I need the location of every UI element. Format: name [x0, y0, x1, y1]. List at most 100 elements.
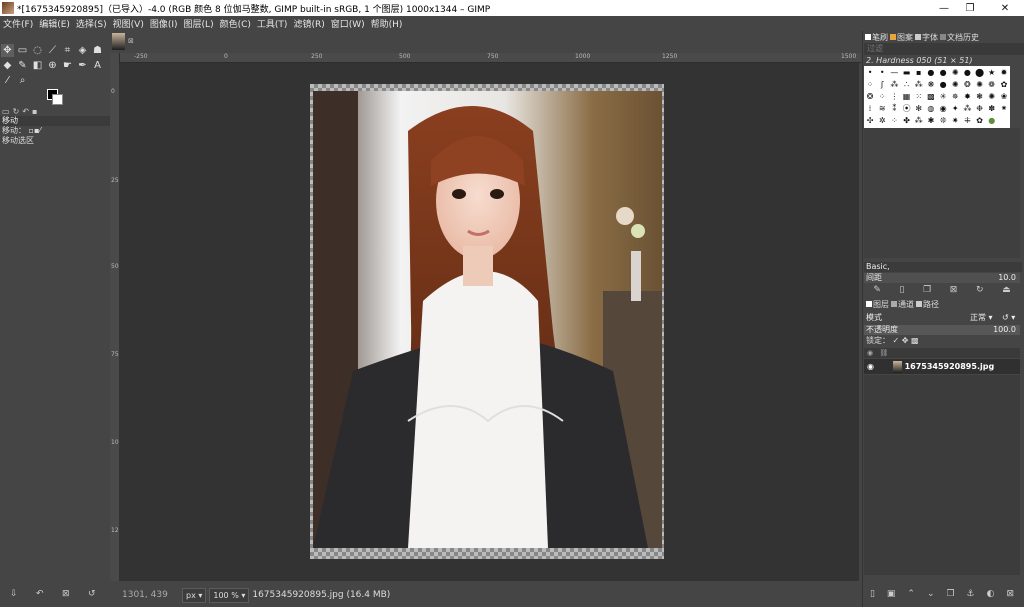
- reset-tool-options-icon[interactable]: ↺: [88, 589, 96, 599]
- anchor-layer-icon[interactable]: ⚓: [967, 589, 975, 603]
- brush-swatch[interactable]: ⁂: [961, 102, 973, 114]
- brush-swatch[interactable]: ◉: [937, 102, 949, 114]
- tab-patterns[interactable]: 图案: [890, 32, 913, 43]
- layer-name[interactable]: 1675345920895.jpg: [905, 362, 995, 371]
- brush-swatch[interactable]: ★: [986, 66, 998, 78]
- delete-brush-icon[interactable]: ⊠: [950, 285, 958, 297]
- brush-swatch[interactable]: ✷: [949, 114, 961, 126]
- crop-tool-icon[interactable]: ⌗: [61, 44, 74, 57]
- brush-swatch[interactable]: ❃: [974, 90, 986, 102]
- raise-layer-icon[interactable]: ⌃: [907, 589, 915, 603]
- brush-swatch[interactable]: ⁘: [888, 114, 900, 126]
- menu-select[interactable]: 选择(S): [73, 17, 110, 30]
- brush-swatch[interactable]: ⁘: [876, 90, 888, 102]
- brush-swatch[interactable]: ✻: [913, 102, 925, 114]
- brush-swatch[interactable]: ✳: [937, 90, 949, 102]
- rect-select-tool-icon[interactable]: ▭: [16, 44, 29, 57]
- menu-filters[interactable]: 滤镜(R): [290, 17, 327, 30]
- brush-swatch[interactable]: ●: [937, 78, 949, 90]
- brush-swatch[interactable]: ✿: [974, 114, 986, 126]
- tool-options-tab-icon[interactable]: ▭: [2, 107, 10, 116]
- lower-layer-icon[interactable]: ⌄: [927, 589, 935, 603]
- brush-swatch[interactable]: ✤: [901, 114, 913, 126]
- zoom-tool-icon[interactable]: ⌕: [16, 74, 29, 87]
- brush-spacing-slider[interactable]: 间距 10.0: [864, 273, 1020, 283]
- tab-paths[interactable]: 路径: [916, 299, 939, 310]
- layer-row[interactable]: ◉ 1675345920895.jpg: [864, 359, 1020, 374]
- brush-swatch[interactable]: ✵: [949, 90, 961, 102]
- eraser-tool-icon[interactable]: ◧: [31, 59, 44, 72]
- tab-brushes[interactable]: 笔刷: [865, 32, 888, 43]
- brush-swatch[interactable]: ∴: [901, 78, 913, 90]
- brush-swatch[interactable]: ▩: [925, 90, 937, 102]
- brush-swatch[interactable]: ⁜: [961, 114, 973, 126]
- brush-tag-filter[interactable]: Basic,: [864, 262, 1022, 272]
- brush-swatch[interactable]: ▪: [913, 66, 925, 78]
- brush-swatch[interactable]: ⁘: [864, 78, 876, 90]
- warp-tool-icon[interactable]: ☗: [91, 44, 104, 57]
- brush-swatch[interactable]: ⦿: [901, 102, 913, 114]
- lock-position-icon[interactable]: ✥: [902, 336, 909, 345]
- brush-swatch[interactable]: ◍: [925, 102, 937, 114]
- opacity-slider[interactable]: 不透明度 100.0: [864, 325, 1020, 335]
- brush-swatch[interactable]: ✺: [949, 66, 961, 78]
- brush-swatch[interactable]: ❊: [937, 114, 949, 126]
- brush-swatch[interactable]: ❂: [864, 90, 876, 102]
- text-tool-icon[interactable]: A: [91, 59, 104, 72]
- paths-tool-icon[interactable]: ✒: [76, 59, 89, 72]
- brush-swatch[interactable]: ✿: [998, 78, 1010, 90]
- mode-extra-icon[interactable]: ↺ ▾: [1002, 312, 1015, 323]
- zoom-select[interactable]: 100 % ▾: [209, 587, 250, 603]
- restore-tool-preset-icon[interactable]: ↶: [36, 589, 44, 599]
- brush-swatch[interactable]: ✦: [949, 102, 961, 114]
- move-path-icon[interactable]: ⁄: [39, 126, 40, 135]
- brush-swatch[interactable]: ✱: [925, 114, 937, 126]
- close-tab-icon[interactable]: ⊠: [128, 37, 134, 45]
- brush-swatch[interactable]: ❋: [925, 78, 937, 90]
- menu-edit[interactable]: 编辑(E): [36, 17, 73, 30]
- brush-swatch[interactable]: ❁: [986, 78, 998, 90]
- brush-swatch[interactable]: ⁙: [913, 90, 925, 102]
- brush-swatch[interactable]: —: [888, 66, 900, 78]
- brush-swatch[interactable]: ●: [986, 114, 998, 126]
- background-color-swatch[interactable]: [52, 94, 63, 105]
- lock-alpha-icon[interactable]: ▩: [911, 336, 919, 345]
- brush-swatch[interactable]: ʃ: [876, 78, 888, 90]
- menu-tools[interactable]: 工具(T): [254, 17, 291, 30]
- brush-swatch[interactable]: •: [864, 66, 876, 78]
- brush-filter-input[interactable]: [864, 43, 1024, 55]
- lasso-tool-icon[interactable]: ◌: [31, 44, 44, 57]
- clone-tool-icon[interactable]: ⊕: [46, 59, 59, 72]
- color-picker-tool-icon[interactable]: ⁄: [1, 74, 14, 87]
- paintbrush-tool-icon[interactable]: ✎: [16, 59, 29, 72]
- smudge-tool-icon[interactable]: ☛: [61, 59, 74, 72]
- menu-view[interactable]: 视图(V): [110, 17, 147, 30]
- delete-layer-icon[interactable]: ⊠: [1006, 589, 1014, 603]
- brush-swatch[interactable]: ⁕: [998, 102, 1010, 114]
- brush-swatch[interactable]: ✸: [961, 90, 973, 102]
- edit-brush-icon[interactable]: ✎: [873, 285, 881, 297]
- restore-button[interactable]: ❐: [950, 0, 990, 16]
- brush-swatch[interactable]: ✹: [998, 66, 1010, 78]
- menu-windows[interactable]: 窗口(W): [328, 17, 368, 30]
- move-selection-option[interactable]: 移动选区: [0, 136, 110, 146]
- device-status-tab-icon[interactable]: ↻: [13, 107, 20, 116]
- menu-file[interactable]: 文件(F): [0, 17, 36, 30]
- brush-swatch[interactable]: ✺: [986, 90, 998, 102]
- layer-mask-icon[interactable]: ◐: [987, 589, 995, 603]
- unit-select[interactable]: px ▾: [182, 587, 207, 603]
- tab-channels[interactable]: 通道: [891, 299, 914, 310]
- brush-swatch[interactable]: ❀: [998, 90, 1010, 102]
- refresh-brushes-icon[interactable]: ↻: [976, 285, 984, 297]
- horizontal-ruler[interactable]: -250 0 250 500 750 1000 1250 1500: [119, 53, 861, 63]
- brush-swatch[interactable]: ●: [925, 66, 937, 78]
- new-layer-icon[interactable]: ▯: [870, 589, 875, 603]
- new-layer-group-icon[interactable]: ▣: [887, 589, 896, 603]
- save-tool-preset-icon[interactable]: ⇩: [10, 589, 18, 599]
- menu-image[interactable]: 图像(I): [147, 17, 181, 30]
- undo-history-tab-icon[interactable]: ↶: [22, 107, 29, 116]
- brush-swatch[interactable]: ▬: [901, 66, 913, 78]
- brush-swatch[interactable]: [998, 114, 1010, 126]
- tab-fonts[interactable]: 字体: [915, 32, 938, 43]
- brush-swatch[interactable]: ✺: [949, 78, 961, 90]
